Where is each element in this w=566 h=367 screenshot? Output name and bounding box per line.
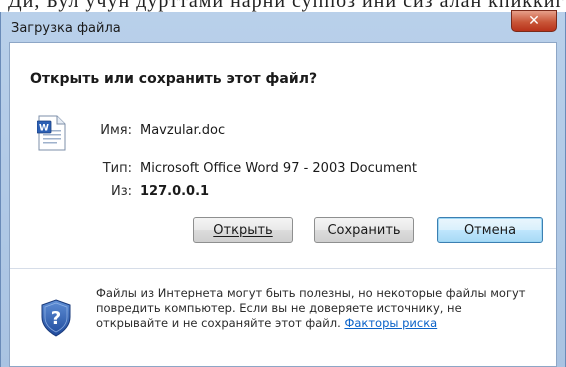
title-bar[interactable]: Загрузка файла <box>1 12 565 42</box>
open-button[interactable]: Открыть <box>193 217 293 243</box>
background-page-text: Ди, Бул учун дурттами нарни суппоз ини с… <box>8 0 566 12</box>
file-download-dialog: Загрузка файла ✕ Открыть или сохранить э… <box>0 10 566 367</box>
risk-factors-link[interactable]: Факторы риска <box>344 316 437 330</box>
save-button-label: Сохранить <box>327 222 401 238</box>
warning-text: Файлы из Интернета могут быть полезны, н… <box>96 286 526 330</box>
dialog-question: Открыть или сохранить этот файл? <box>30 71 318 87</box>
divider <box>10 268 556 269</box>
type-label: Тип: <box>102 161 132 176</box>
save-button[interactable]: Сохранить <box>314 217 414 243</box>
cancel-button-label: Отмена <box>463 222 517 238</box>
file-name-value: Mavzular.doc <box>140 123 226 138</box>
close-icon: ✕ <box>528 13 540 29</box>
cancel-button[interactable]: Отмена <box>437 217 543 243</box>
open-button-label: Открыть <box>213 222 273 238</box>
name-label: Имя: <box>100 123 132 138</box>
dialog-content: Открыть или сохранить этот файл? W Имя: … <box>9 42 557 367</box>
security-warning: Файлы из Интернета могут быть полезны, н… <box>96 286 526 331</box>
from-label: Из: <box>110 184 132 199</box>
close-button[interactable]: ✕ <box>511 10 557 32</box>
source-value: 127.0.0.1 <box>140 184 210 199</box>
file-type-value: Microsoft Office Word 97 - 2003 Document <box>140 161 417 176</box>
svg-text:?: ? <box>51 308 61 329</box>
background-page-strip: Ди, Бул учун дурттами нарни суппоз ини с… <box>0 0 566 12</box>
dialog-title: Загрузка файла <box>11 21 121 36</box>
security-shield-question-icon: ? <box>41 299 71 337</box>
